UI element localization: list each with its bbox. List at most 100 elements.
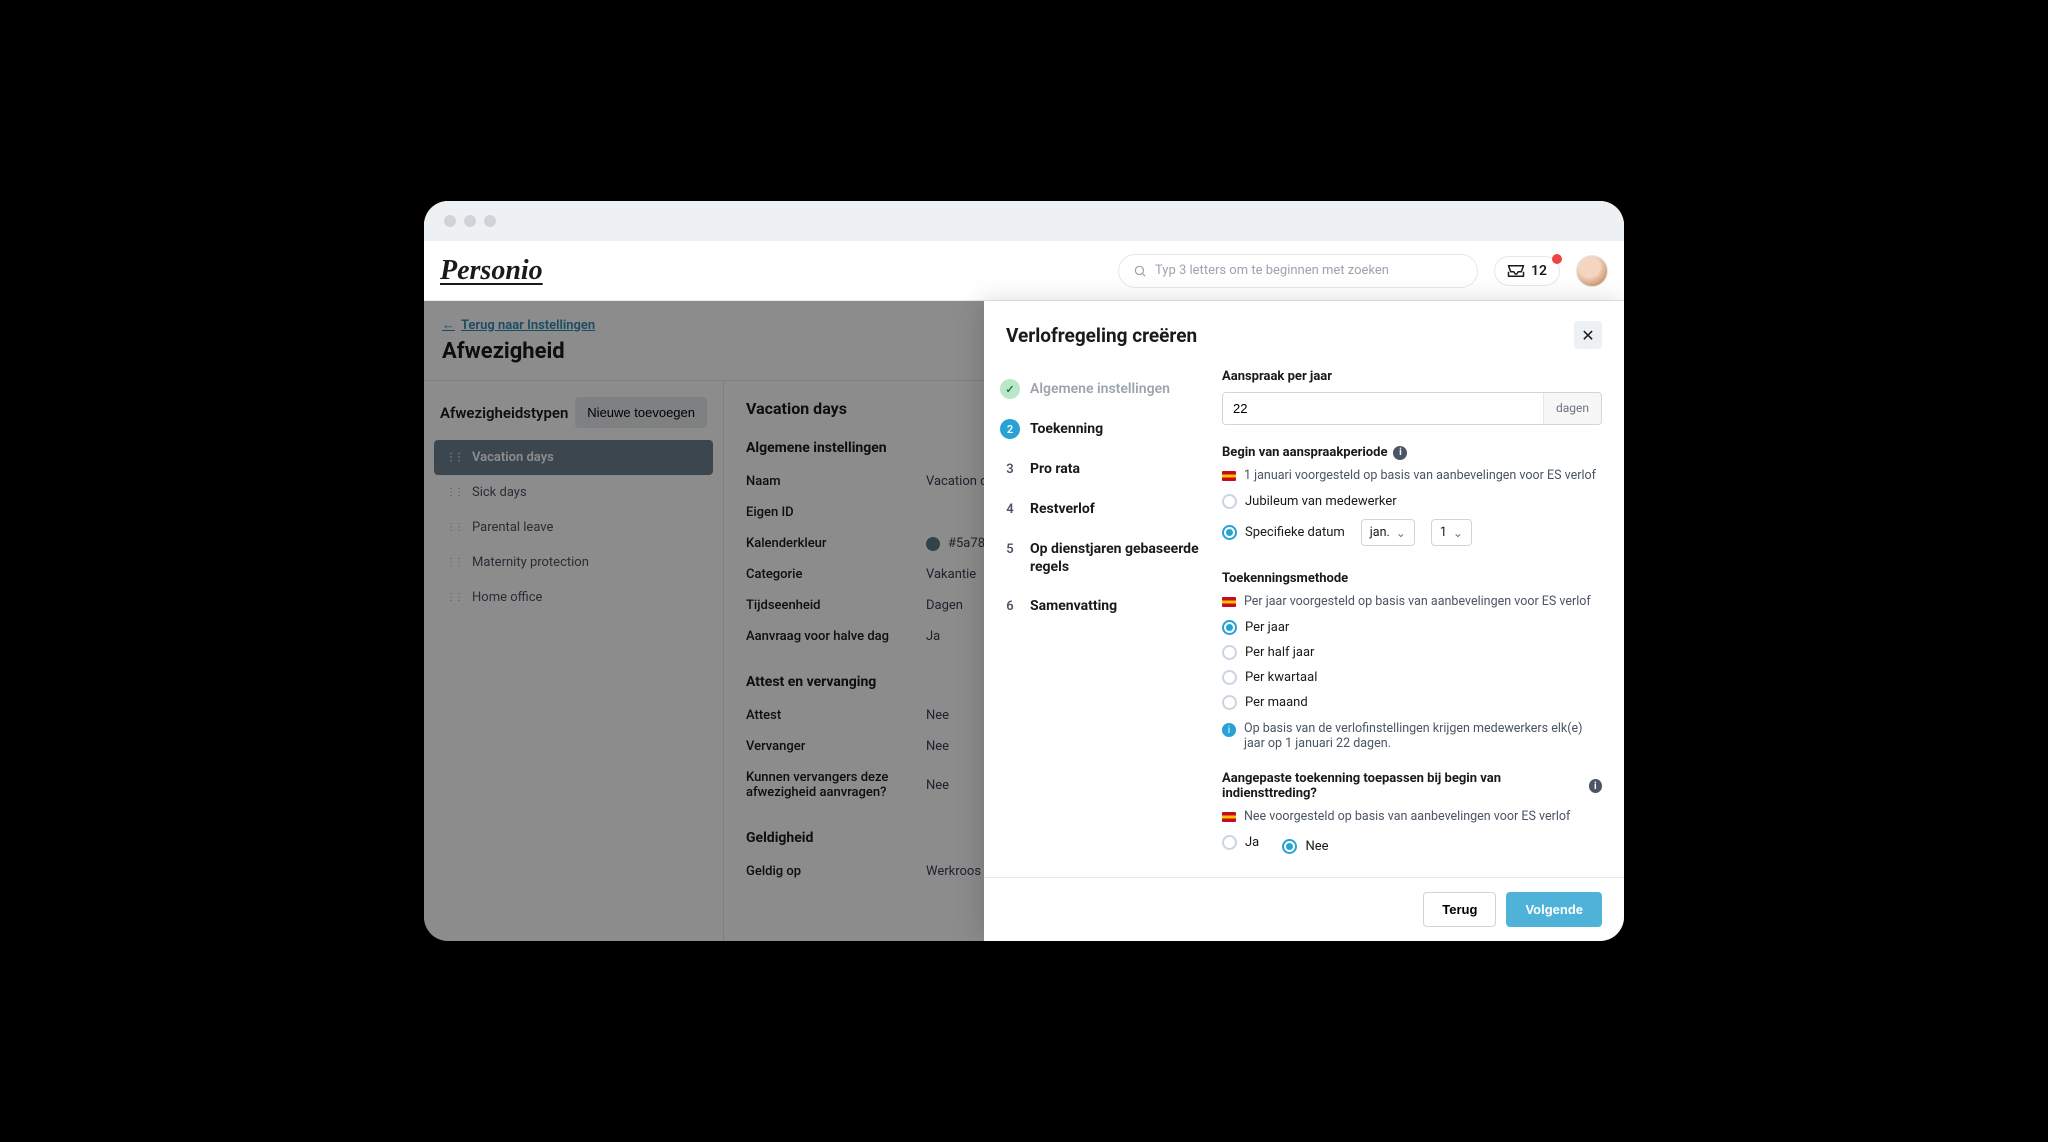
step-granting[interactable]: 2 Toekenning <box>1000 409 1210 449</box>
step-prorata[interactable]: 3 Pro rata <box>1000 449 1210 489</box>
radio-icon <box>1222 670 1237 685</box>
field-label: Tijdseenheid <box>746 598 926 613</box>
radio-label: Nee <box>1305 839 1328 854</box>
field-value: Ja <box>926 629 940 644</box>
entitlement-label: Aanspraak per jaar <box>1222 369 1602 384</box>
step-number: 5 <box>1000 539 1020 559</box>
drag-handle-icon: ⋮⋮ <box>446 522 462 533</box>
field-label: Kunnen vervangers deze afwezigheid aanvr… <box>746 770 926 800</box>
step-number: 3 <box>1000 459 1020 479</box>
period-start-label: Begin van aanspraakperiode <box>1222 445 1387 460</box>
field-label: Naam <box>746 474 926 489</box>
inbox-button[interactable]: 12 <box>1494 256 1560 286</box>
radio-per-quarter[interactable]: Per kwartaal <box>1222 665 1602 690</box>
notification-dot-icon <box>1552 254 1562 264</box>
flag-es-icon <box>1222 812 1236 822</box>
sidebar-item-parental[interactable]: ⋮⋮ Parental leave <box>434 510 713 545</box>
method-info-text: Op basis van de verlofinstellingen krijg… <box>1244 721 1602 751</box>
info-icon[interactable]: i <box>1589 779 1602 793</box>
field-label: Categorie <box>746 567 926 582</box>
field-value: #5a78 <box>948 536 985 551</box>
step-number: 2 <box>1000 419 1020 439</box>
sidebar-item-label: Parental leave <box>472 520 553 535</box>
radio-label: Jubileum van medewerker <box>1245 494 1397 509</box>
check-icon: ✓ <box>1000 379 1020 399</box>
field-label: Aanvraag voor halve dag <box>746 629 926 644</box>
radio-icon <box>1222 695 1237 710</box>
back-link[interactable]: Terug naar Instellingen <box>442 317 595 333</box>
sidebar-item-label: Sick days <box>472 485 527 500</box>
radio-yes[interactable]: Ja <box>1222 830 1259 855</box>
radio-per-half-year[interactable]: Per half jaar <box>1222 640 1602 665</box>
radio-label: Ja <box>1245 835 1259 850</box>
field-label: Attest <box>746 708 926 723</box>
entitlement-input[interactable] <box>1223 393 1543 424</box>
field-label: Vervanger <box>746 739 926 754</box>
radio-label: Per kwartaal <box>1245 670 1317 685</box>
radio-label: Per maand <box>1245 695 1308 710</box>
inbox-icon <box>1507 264 1525 278</box>
day-select[interactable]: 1 <box>1431 519 1472 546</box>
field-value: Nee <box>926 708 949 723</box>
field-value: Dagen <box>926 598 963 613</box>
radio-specific-date[interactable]: Specifieke datum jan. 1 <box>1222 514 1602 551</box>
radio-icon <box>1222 525 1237 540</box>
radio-icon <box>1222 494 1237 509</box>
radio-label: Per jaar <box>1245 620 1289 635</box>
close-icon: ✕ <box>1581 326 1594 345</box>
field-value: Werkroos <box>926 864 981 879</box>
stepper: ✓ Algemene instellingen 2 Toekenning 3 P… <box>1000 369 1210 867</box>
sidebar: Afwezigheidstypen Nieuwe toevoegen ⋮⋮ Va… <box>424 381 724 941</box>
suggestion-text: Nee voorgesteld op basis van aanbeveling… <box>1244 809 1570 824</box>
radio-label: Specifieke datum <box>1245 525 1345 540</box>
search-icon <box>1133 264 1147 278</box>
search-placeholder: Typ 3 letters om te beginnen met zoeken <box>1155 263 1389 278</box>
entitlement-input-wrap: dagen <box>1222 392 1602 425</box>
suggestion-text: Per jaar voorgesteld op basis van aanbev… <box>1244 594 1591 609</box>
side-panel: Verlofregeling creëren ✕ ✓ Algemene inst… <box>984 301 1624 941</box>
close-button[interactable]: ✕ <box>1574 321 1602 349</box>
radio-icon <box>1282 839 1297 854</box>
info-icon[interactable]: i <box>1393 446 1407 460</box>
radio-icon <box>1222 835 1237 850</box>
radio-anniversary[interactable]: Jubileum van medewerker <box>1222 489 1602 514</box>
add-new-button[interactable]: Nieuwe toevoegen <box>575 397 707 428</box>
window-titlebar <box>424 201 1624 241</box>
step-general[interactable]: ✓ Algemene instellingen <box>1000 369 1210 409</box>
field-value: Nee <box>926 739 949 754</box>
radio-icon <box>1222 620 1237 635</box>
form: Aanspraak per jaar dagen Begin van aansp… <box>1222 369 1602 867</box>
radio-label: Per half jaar <box>1245 645 1314 660</box>
radio-no[interactable]: Nee <box>1282 834 1328 859</box>
field-value: Vacation d <box>926 474 988 489</box>
field-value: Nee <box>926 770 949 800</box>
step-tenure[interactable]: 5 Op dienstjaren gebaseerde regels <box>1000 529 1210 586</box>
avatar[interactable] <box>1576 255 1608 287</box>
window-zoom-dot[interactable] <box>484 215 496 227</box>
step-remaining[interactable]: 4 Restverlof <box>1000 489 1210 529</box>
sidebar-item-vacation[interactable]: ⋮⋮ Vacation days <box>434 440 713 475</box>
sidebar-item-label: Maternity protection <box>472 555 589 570</box>
radio-per-year[interactable]: Per jaar <box>1222 615 1602 640</box>
search-input[interactable]: Typ 3 letters om te beginnen met zoeken <box>1118 254 1478 288</box>
next-button[interactable]: Volgende <box>1506 892 1602 927</box>
drag-handle-icon: ⋮⋮ <box>446 487 462 498</box>
input-suffix: dagen <box>1543 393 1601 424</box>
color-swatch-icon <box>926 537 940 551</box>
sidebar-heading: Afwezigheidstypen <box>440 404 568 422</box>
radio-per-month[interactable]: Per maand <box>1222 690 1602 715</box>
field-value: Vakantie <box>926 567 976 582</box>
sidebar-item-homeoffice[interactable]: ⋮⋮ Home office <box>434 580 713 615</box>
window-minimize-dot[interactable] <box>464 215 476 227</box>
month-select[interactable]: jan. <box>1361 519 1415 546</box>
sidebar-item-maternity[interactable]: ⋮⋮ Maternity protection <box>434 545 713 580</box>
panel-title: Verlofregeling creëren <box>1006 324 1197 347</box>
sidebar-item-label: Vacation days <box>472 450 554 465</box>
window-close-dot[interactable] <box>444 215 456 227</box>
method-label: Toekenningsmethode <box>1222 571 1602 586</box>
sidebar-item-sick[interactable]: ⋮⋮ Sick days <box>434 475 713 510</box>
step-summary[interactable]: 6 Samenvatting <box>1000 586 1210 626</box>
logo[interactable]: Personio <box>440 255 543 287</box>
back-button[interactable]: Terug <box>1423 892 1496 927</box>
drag-handle-icon: ⋮⋮ <box>446 557 462 568</box>
